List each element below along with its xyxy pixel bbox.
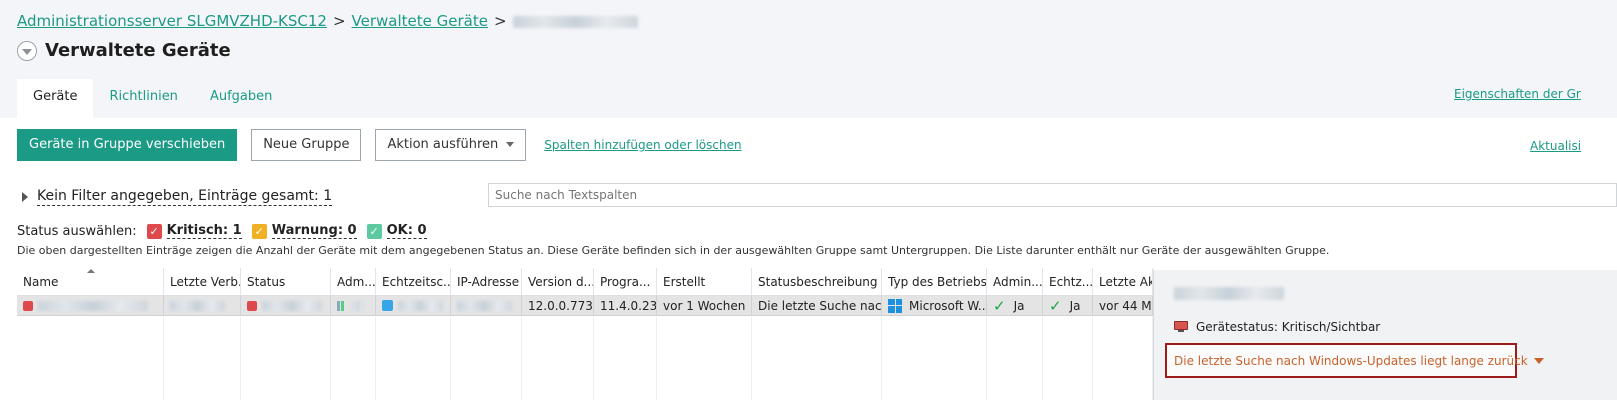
device-table: Name Letzte Verb... Status Adm... Echtze… [17, 268, 1153, 400]
cell-program: 11.4.0.233 [594, 296, 657, 315]
status-selector: Status auswählen: ✓ Kritisch: 1 ✓ Warnun… [17, 223, 437, 239]
table-row[interactable]: 12.0.0.7734 11.4.0.233 vor 1 Wochen Die … [17, 296, 1153, 316]
device-status-text: Gerätestatus: Kritisch/Sichtbar [1196, 320, 1381, 334]
agent-icon [337, 300, 347, 311]
status-critical-label: Kritisch: 1 [166, 223, 242, 239]
tab-bar: Geräte Richtlinien Aufgaben [17, 79, 288, 118]
device-details-panel: Gerätestatus: Kritisch/Sichtbar Die letz… [1153, 270, 1617, 400]
collapse-icon[interactable] [17, 40, 37, 61]
tab-tasks[interactable]: Aufgaben [194, 79, 288, 118]
column-header-realtime[interactable]: Echtz... [1043, 268, 1093, 295]
panel-device-name [1174, 286, 1284, 300]
status-alert-dropdown[interactable]: Die letzte Suche nach Windows-Updates li… [1165, 343, 1544, 378]
cell-realtime: ✓ Ja [1043, 296, 1093, 315]
cell-status [241, 296, 331, 315]
redacted-text [352, 300, 364, 311]
column-header-created[interactable]: Erstellt [657, 268, 752, 295]
toolbar: Geräte in Gruppe verschieben Neue Gruppe… [17, 129, 742, 161]
cell-name [17, 296, 164, 315]
new-group-button[interactable]: Neue Gruppe [251, 129, 362, 161]
run-action-label: Aktion ausführen [387, 137, 499, 152]
os-name: Microsoft W... [909, 298, 987, 313]
breadcrumb: Administrationsserver SLGMVZHD-KSC12 > Ver… [17, 12, 638, 30]
tab-devices[interactable]: Geräte [17, 79, 94, 118]
redacted-text [1174, 287, 1284, 300]
breadcrumb-separator: > [332, 12, 346, 30]
column-header-realtime-protection[interactable]: Echtzeitsc... [376, 268, 451, 295]
cell-created: vor 1 Wochen [657, 296, 752, 315]
checkbox-checked-icon: ✓ [251, 223, 267, 239]
filter-toggle[interactable]: Kein Filter angegeben, Einträge gesamt: … [22, 188, 333, 206]
column-header-version[interactable]: Version d... [522, 268, 594, 295]
checkbox-checked-icon: ✓ [366, 223, 382, 239]
column-gridlines [17, 317, 1153, 400]
breadcrumb-server-link[interactable]: Administrationsserver SLGMVZHD-KSC12 [17, 12, 327, 30]
filter-summary: Kein Filter angegeben, Einträge gesamt: … [37, 188, 333, 206]
column-header-status-description[interactable]: Statusbeschreibung [752, 268, 882, 295]
page-title: Verwaltete Geräte [45, 40, 231, 61]
column-header-last-connection[interactable]: Letzte Verb... [164, 268, 241, 295]
move-to-group-button[interactable]: Geräte in Gruppe verschieben [17, 129, 238, 161]
redacted-text [170, 300, 225, 311]
sort-ascending-icon [87, 269, 95, 273]
search-input[interactable] [488, 183, 1617, 207]
column-header-admin[interactable]: Admin... [987, 268, 1043, 295]
expand-icon [22, 192, 28, 202]
status-warning-label: Warnung: 0 [271, 223, 357, 239]
column-header-os-type[interactable]: Typ des Betriebs... [882, 268, 987, 295]
admin-value: Ja [1013, 298, 1025, 313]
status-warning-toggle[interactable]: ✓ Warnung: 0 [251, 223, 357, 239]
redacted-text [457, 300, 512, 311]
chevron-down-icon [506, 142, 515, 147]
table-header: Name Letzte Verb... Status Adm... Echtze… [17, 268, 1153, 296]
column-header-status[interactable]: Status [241, 268, 331, 295]
status-info-text: Die oben dargestellten Einträge zeigen d… [17, 244, 1330, 257]
device-critical-icon [23, 300, 33, 311]
monitor-icon [1174, 321, 1188, 333]
protection-icon [382, 300, 393, 311]
cell-admin: ✓ Ja [987, 296, 1043, 315]
status-alert-text: Die letzte Suche nach Windows-Updates li… [1174, 353, 1528, 368]
cell-status-description: Die letzte Suche nach... [752, 296, 882, 315]
title-row: Verwaltete Geräte [17, 40, 231, 61]
realtime-value: Ja [1069, 298, 1081, 313]
table-body: 12.0.0.7734 11.4.0.233 vor 1 Wochen Die … [17, 296, 1153, 400]
breadcrumb-separator: > [493, 12, 507, 30]
cell-version: 12.0.0.7734 [522, 296, 594, 315]
checkbox-checked-icon: ✓ [146, 223, 162, 239]
column-header-program[interactable]: Progra... [594, 268, 657, 295]
cell-last-connection [164, 296, 241, 315]
windows-icon [888, 298, 902, 313]
device-status: Gerätestatus: Kritisch/Sichtbar [1174, 320, 1380, 334]
run-action-button[interactable]: Aktion ausführen [375, 129, 527, 161]
breadcrumb-redacted-group [512, 15, 638, 28]
cell-admin-agent [331, 296, 376, 315]
column-header-last-activity[interactable]: Letzte Akt... [1093, 268, 1153, 295]
redacted-text [262, 300, 322, 311]
column-header-admin-agent[interactable]: Adm... [331, 268, 376, 295]
edit-columns-link[interactable]: Spalten hinzufügen oder löschen [544, 138, 741, 152]
check-icon: ✓ [1049, 296, 1062, 315]
cell-realtime-protection [376, 296, 451, 315]
cell-last-activity: vor 44 Min [1093, 296, 1153, 315]
refresh-link[interactable]: Aktualisi [1530, 139, 1581, 153]
check-icon: ✓ [993, 296, 1006, 315]
group-properties-link[interactable]: Eigenschaften der Gr [1454, 87, 1581, 101]
status-ok-toggle[interactable]: ✓ OK: 0 [366, 223, 427, 239]
redacted-text [398, 300, 443, 311]
cell-os-type: Microsoft W... [882, 296, 987, 315]
status-critical-toggle[interactable]: ✓ Kritisch: 1 [146, 223, 242, 239]
breadcrumb-managed-devices-link[interactable]: Verwaltete Geräte [352, 12, 488, 30]
column-header-ip-address[interactable]: IP-Adresse [451, 268, 522, 295]
status-label: Status auswählen: [17, 223, 137, 239]
status-critical-icon [247, 300, 257, 311]
tab-policies[interactable]: Richtlinien [93, 79, 193, 118]
redacted-text [38, 300, 148, 311]
cell-ip-address [451, 296, 522, 315]
chevron-down-icon [1533, 357, 1544, 364]
status-ok-label: OK: 0 [386, 223, 427, 239]
